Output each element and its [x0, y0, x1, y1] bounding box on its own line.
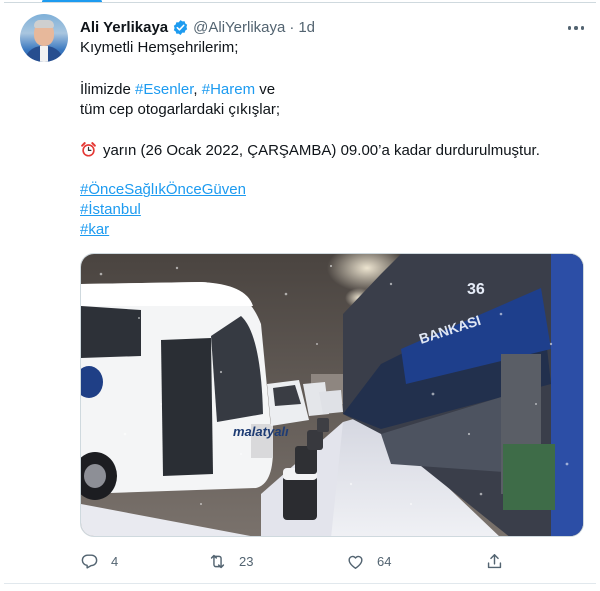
text-segment: ve — [255, 81, 276, 98]
hashtag-istanbul[interactable]: #İstanbul — [80, 200, 141, 220]
top-divider — [4, 2, 596, 3]
tweet-header: Ali Yerlikaya @AliYerlikaya · 1d — [80, 17, 315, 37]
like-action[interactable]: 64 — [346, 549, 391, 573]
hashtag-kar[interactable]: #kar — [80, 220, 109, 240]
retweet-count: 23 — [239, 553, 254, 569]
text-segment: , — [193, 81, 202, 98]
separator-dot: · — [289, 18, 295, 36]
tweet-text-line-2: İlimizde #Esenler, #Harem ve — [80, 80, 275, 100]
hashtag-harem[interactable]: #Harem — [202, 81, 255, 98]
author-name[interactable]: Ali Yerlikaya — [80, 19, 168, 36]
avatar[interactable] — [20, 14, 68, 62]
retweet-action[interactable]: 23 — [208, 549, 253, 573]
tweet-text-line-3: tüm cep otogarlardaki çıkışlar; — [80, 101, 281, 118]
alarm-clock-icon — [81, 142, 96, 157]
author-handle[interactable]: @AliYerlikaya — [193, 19, 285, 36]
like-icon — [348, 555, 363, 569]
platform-number-sign: 36 — [467, 281, 485, 298]
tweet-photo[interactable]: 36 BANKASI malatyalı — [80, 253, 584, 537]
text-segment: İlimizde — [80, 81, 136, 98]
reply-count: 4 — [111, 553, 119, 569]
reply-icon — [81, 553, 98, 569]
verified-badge-icon — [173, 19, 188, 35]
tweet-text-line-4: yarın (26 Ocak 2022, ÇARŞAMBA) 09.00’a k… — [80, 141, 540, 161]
tweet-timestamp[interactable]: 1d — [298, 19, 315, 36]
share-action[interactable] — [485, 549, 516, 573]
share-icon — [487, 553, 502, 568]
hashtag-once-saglik[interactable]: #ÖnceSağlıkÖnceGüven — [80, 180, 246, 200]
bottom-divider — [4, 583, 596, 584]
bus-brand-text: malatyalı — [233, 424, 289, 439]
tweet-text-greeting: Kıymetli Hemşehrilerim; — [80, 39, 239, 56]
retweet-icon — [210, 554, 225, 568]
like-count: 64 — [377, 553, 392, 569]
reply-action[interactable]: 4 — [80, 549, 118, 573]
hashtag-esenler[interactable]: #Esenler — [135, 81, 193, 98]
suspension-notice: yarın (26 Ocak 2022, ÇARŞAMBA) 09.00’a k… — [103, 142, 540, 159]
more-icon[interactable] — [564, 18, 588, 38]
